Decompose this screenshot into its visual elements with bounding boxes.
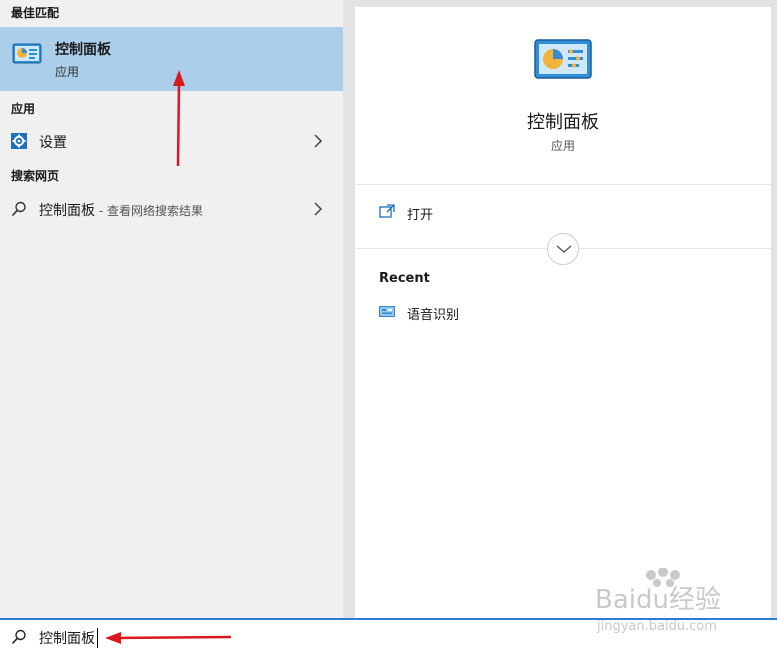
- expand-button[interactable]: [547, 233, 579, 265]
- apps-header: 应用: [11, 102, 36, 116]
- search-icon: [11, 201, 26, 217]
- best-match-title: 控制面板: [55, 42, 111, 58]
- settings-label: 设置: [39, 135, 67, 151]
- web-search-result[interactable]: 控制面板 - 查看网络搜索结果: [0, 195, 343, 223]
- divider: [355, 184, 771, 185]
- recent-header: Recent: [379, 271, 430, 286]
- web-result-query: 控制面板: [39, 203, 95, 219]
- open-external-icon: [379, 204, 395, 218]
- search-results-pane: 最佳匹配 控制面板 应用 应用 设置 搜索网页 控制面板 - 查看网络搜索结果: [0, 0, 343, 618]
- control-panel-icon: [534, 39, 592, 79]
- gear-icon: [11, 133, 27, 149]
- open-action[interactable]: 打开: [379, 202, 579, 224]
- web-result-hint: - 查看网络搜索结果: [95, 204, 203, 218]
- web-result-label: 控制面板 - 查看网络搜索结果: [39, 200, 203, 220]
- best-match-header: 最佳匹配: [11, 6, 60, 20]
- chevron-right-icon[interactable]: [313, 202, 323, 216]
- watermark-site: jingyan.baidu.com: [596, 619, 717, 634]
- watermark-brand: Baidu经验: [595, 585, 721, 615]
- detail-title: 控制面板: [527, 112, 599, 133]
- open-label: 打开: [407, 208, 434, 223]
- search-icon: [11, 629, 26, 645]
- annotation-arrow-left: [105, 632, 232, 644]
- search-input[interactable]: 控制面板: [39, 628, 98, 648]
- detail-pane: 控制面板 应用 打开 Recent 语音识别: [355, 7, 771, 618]
- recent-item[interactable]: 语音识别: [379, 303, 579, 323]
- speech-recognition-icon: [379, 306, 395, 317]
- best-match-subtitle: 应用: [55, 65, 80, 79]
- chevron-right-icon[interactable]: [313, 134, 323, 148]
- control-panel-icon: [12, 43, 42, 64]
- web-search-header: 搜索网页: [11, 169, 60, 183]
- baidu-watermark-logo: Baidu经验 jingyan.baidu.com: [595, 568, 721, 634]
- recent-item-label: 语音识别: [407, 308, 460, 323]
- chevron-down-icon: [556, 245, 572, 253]
- detail-subtitle: 应用: [550, 139, 575, 153]
- annotation-arrow-up: [173, 70, 185, 167]
